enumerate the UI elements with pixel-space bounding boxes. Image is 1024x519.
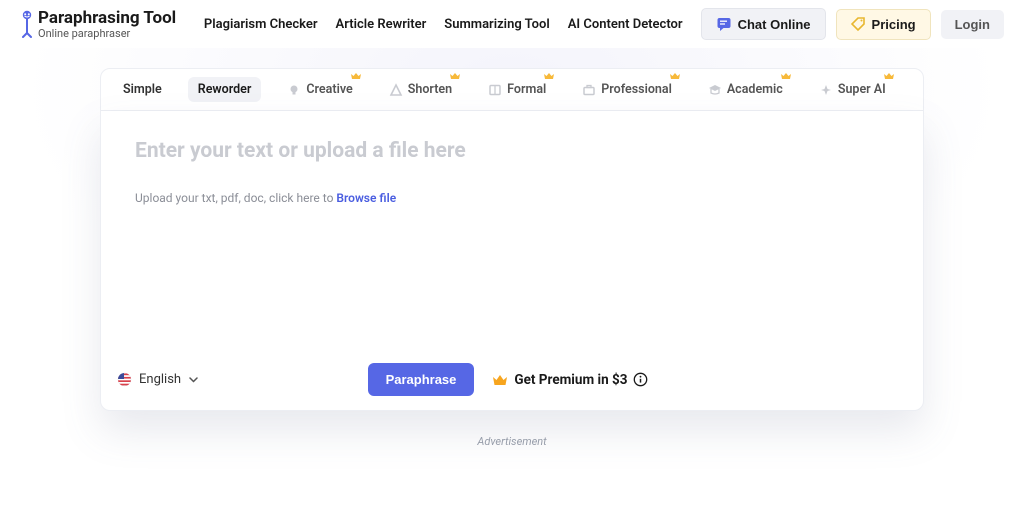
pricing-button[interactable]: Pricing <box>836 9 931 40</box>
editor-panel: Enter your text or upload a file here Up… <box>100 111 924 411</box>
upload-hint-text: Upload your txt, pdf, doc, click here to <box>135 191 336 205</box>
crown-icon <box>351 72 361 80</box>
tab-super-ai-label: Super AI <box>838 82 886 97</box>
nav-ai-content-detector[interactable]: AI Content Detector <box>568 17 683 32</box>
brand-subtitle: Online paraphraser <box>38 27 176 40</box>
tab-super-ai[interactable]: Super AI <box>809 77 896 102</box>
chat-label: Chat Online <box>738 17 811 32</box>
crown-icon <box>450 72 460 80</box>
tab-shorten-label: Shorten <box>408 82 452 97</box>
tab-creative[interactable]: Creative <box>277 77 362 102</box>
paraphrase-label: Paraphrase <box>386 372 457 387</box>
ai-sparkle-icon <box>819 83 833 97</box>
text-input-area[interactable]: Enter your text or upload a file here Up… <box>101 111 923 348</box>
tab-professional[interactable]: Professional <box>572 77 682 102</box>
editor-placeholder: Enter your text or upload a file here <box>135 139 889 163</box>
upload-hint: Upload your txt, pdf, doc, click here to… <box>135 191 889 205</box>
premium-label: Get Premium in $3 <box>514 372 627 388</box>
crown-icon <box>492 373 508 387</box>
login-label: Login <box>955 17 990 32</box>
crown-icon <box>670 72 680 80</box>
bulb-icon <box>287 83 301 97</box>
tab-creative-label: Creative <box>306 82 352 97</box>
compress-icon <box>389 83 403 97</box>
advertisement-label: Advertisement <box>100 411 924 472</box>
tab-professional-label: Professional <box>601 82 672 97</box>
paraphrase-button[interactable]: Paraphrase <box>368 363 475 396</box>
flag-us-icon <box>117 372 132 387</box>
tab-reworder-label: Reworder <box>198 82 252 97</box>
nav-summarizing-tool[interactable]: Summarizing Tool <box>444 17 549 32</box>
language-select[interactable]: English <box>117 372 199 387</box>
get-premium-link[interactable]: Get Premium in $3 <box>492 372 648 388</box>
tab-academic[interactable]: Academic <box>698 77 793 102</box>
brand-title: Paraphrasing Tool <box>38 8 176 28</box>
crown-icon <box>884 72 894 80</box>
tab-shorten[interactable]: Shorten <box>379 77 462 102</box>
pricing-tag-icon <box>851 17 866 32</box>
chat-online-button[interactable]: Chat Online <box>701 8 826 40</box>
mode-tabs: Simple Reworder Creative Shorten Formal <box>100 68 924 111</box>
tab-formal[interactable]: Formal <box>478 77 556 102</box>
tab-simple[interactable]: Simple <box>113 77 172 102</box>
tab-reworder[interactable]: Reworder <box>188 77 262 102</box>
nav-plagiarism-checker[interactable]: Plagiarism Checker <box>204 17 318 32</box>
pricing-label: Pricing <box>872 17 916 32</box>
graduation-icon <box>708 83 722 97</box>
book-icon <box>488 83 502 97</box>
tab-formal-label: Formal <box>507 82 546 97</box>
browse-file-link[interactable]: Browse file <box>336 191 396 205</box>
chevron-down-icon <box>188 374 199 385</box>
crown-icon <box>544 72 554 80</box>
nav-article-rewriter[interactable]: Article Rewriter <box>336 17 427 32</box>
login-button[interactable]: Login <box>941 10 1004 39</box>
info-icon <box>633 372 648 387</box>
tab-academic-label: Academic <box>727 82 783 97</box>
chat-icon <box>716 16 732 32</box>
brand-logo[interactable]: Paraphrasing Tool Online paraphraser <box>20 8 176 40</box>
tab-simple-label: Simple <box>123 82 162 97</box>
crown-icon <box>781 72 791 80</box>
language-label: English <box>139 372 181 387</box>
briefcase-icon <box>582 83 596 97</box>
brand-logo-icon <box>20 10 35 38</box>
